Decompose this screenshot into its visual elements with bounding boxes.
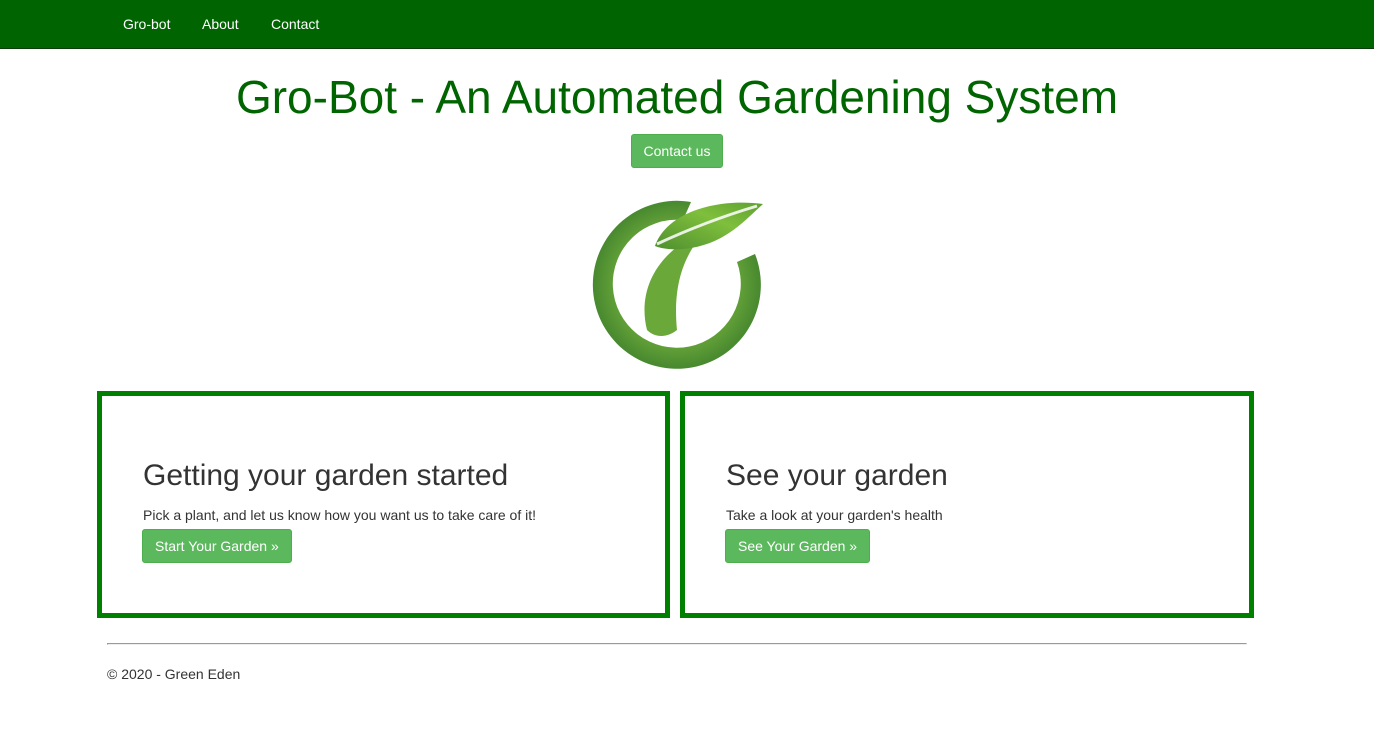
footer-divider: [107, 643, 1247, 645]
footer-copyright: © 2020 - Green Eden: [107, 666, 241, 682]
contact-us-button[interactable]: Contact us: [631, 134, 723, 168]
top-navbar: Gro-bot About Contact: [0, 0, 1374, 49]
nav-link-about[interactable]: About: [202, 0, 239, 49]
navbar-brand-link[interactable]: Gro-bot: [123, 0, 170, 49]
leaf-logo-icon: [587, 190, 767, 370]
card-title: Getting your garden started: [143, 459, 509, 492]
start-your-garden-button[interactable]: Start Your Garden »: [142, 529, 292, 563]
see-your-garden-button[interactable]: See Your Garden »: [725, 529, 871, 563]
nav-link-contact[interactable]: Contact: [271, 0, 319, 49]
card-description: Take a look at your garden's health: [726, 507, 943, 523]
page-title: Gro-Bot - An Automated Gardening System: [235, 71, 1119, 123]
card-title: See your garden: [726, 459, 948, 492]
start-garden-card: Getting your garden started Pick a plant…: [97, 391, 670, 618]
card-description: Pick a plant, and let us know how you wa…: [143, 507, 536, 523]
see-garden-card: See your garden Take a look at your gard…: [680, 391, 1254, 618]
